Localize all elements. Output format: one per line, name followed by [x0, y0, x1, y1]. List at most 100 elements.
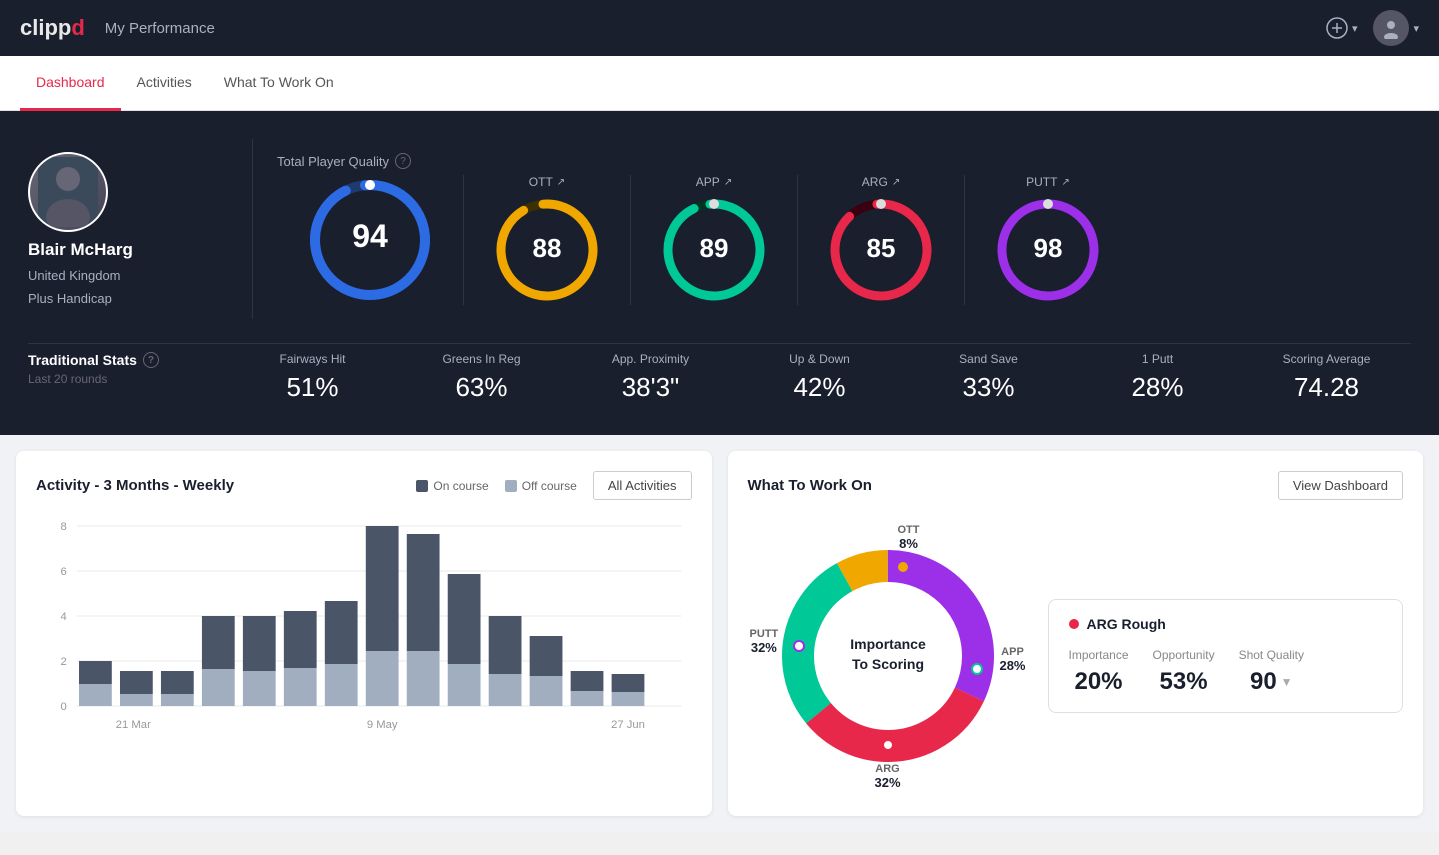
- stat-up-down: Up & Down 42%: [735, 352, 904, 403]
- tab-dashboard[interactable]: Dashboard: [20, 56, 121, 111]
- gauge-putt-label: PUTT ↗: [1026, 175, 1070, 189]
- player-name: Blair McHarg: [28, 240, 133, 260]
- svg-text:88: 88: [533, 233, 562, 263]
- chart-legend: On course Off course: [416, 479, 577, 493]
- quality-label: Total Player Quality ?: [277, 153, 1411, 169]
- stats-subtitle: Last 20 rounds: [28, 372, 228, 386]
- stat-app-prox-label: App. Proximity: [574, 352, 727, 366]
- logo-clip: clipp: [20, 15, 71, 40]
- header-left: clippd My Performance: [20, 15, 215, 41]
- gauge-ott-label: OTT ↗: [529, 175, 565, 189]
- activity-chart-title: Activity - 3 Months - Weekly: [36, 477, 234, 494]
- donut-svg: Importance To Scoring: [748, 516, 1028, 796]
- stats-label-col: Traditional Stats ? Last 20 rounds: [28, 352, 228, 386]
- shot-quality-badge: 90 ▼: [1250, 668, 1293, 696]
- gauge-arg-label: ARG ↗: [862, 175, 900, 189]
- wtw-title: What To Work On: [748, 477, 872, 494]
- arg-info-card: ARG Rough Importance 20% Opportunity 53%…: [1048, 599, 1404, 713]
- putt-arrow-icon: ↗: [1061, 177, 1069, 188]
- arg-importance-label: Importance: [1069, 648, 1129, 662]
- svg-text:6: 6: [60, 566, 66, 578]
- donut-label-putt: PUTT 32%: [750, 628, 779, 655]
- legend-off-course-label: Off course: [522, 479, 577, 493]
- donut-label-ott: OTT 8%: [898, 524, 920, 551]
- activity-chart-header: Activity - 3 Months - Weekly On course O…: [36, 471, 692, 500]
- arg-shot-quality-label: Shot Quality: [1239, 648, 1304, 662]
- arg-title: ARG Rough: [1069, 616, 1383, 632]
- stat-one-putt-value: 28%: [1081, 372, 1234, 403]
- donut-label-app: APP 28%: [999, 646, 1025, 673]
- dark-section: Blair McHarg United Kingdom Plus Handica…: [0, 111, 1439, 435]
- stat-one-putt: 1 Putt 28%: [1073, 352, 1242, 403]
- view-dashboard-button[interactable]: View Dashboard: [1278, 471, 1403, 500]
- arg-shot-quality: Shot Quality 90 ▼: [1239, 648, 1304, 696]
- svg-text:21 Mar: 21 Mar: [116, 719, 151, 731]
- arg-dot-icon: [1069, 619, 1079, 629]
- svg-text:27 Jun: 27 Jun: [611, 719, 645, 731]
- gauge-app-label: APP ↗: [696, 175, 732, 189]
- stat-fairways-hit: Fairways Hit 51%: [228, 352, 397, 403]
- stat-sand-save-label: Sand Save: [912, 352, 1065, 366]
- donut-chart-area: Importance To Scoring OTT 8%: [748, 516, 1028, 796]
- stat-scoring-label: Scoring Average: [1250, 352, 1403, 366]
- legend-on-course-dot: [416, 480, 428, 492]
- player-info: Blair McHarg United Kingdom Plus Handica…: [28, 152, 228, 306]
- stats-title: Traditional Stats ?: [28, 352, 228, 368]
- avatar: [1373, 10, 1409, 46]
- donut-label-arg: ARG 32%: [874, 763, 900, 790]
- gauge-app: APP ↗ 89: [631, 175, 798, 305]
- stat-fairways-hit-label: Fairways Hit: [236, 352, 389, 366]
- stat-fairways-hit-value: 51%: [236, 372, 389, 403]
- nav-tabs: Dashboard Activities What To Work On: [0, 56, 1439, 111]
- header-right: ▾ ▾: [1326, 10, 1419, 46]
- wtw-content: Importance To Scoring OTT 8%: [748, 516, 1404, 796]
- stat-scoring-average: Scoring Average 74.28: [1242, 352, 1411, 403]
- stats-help-icon[interactable]: ?: [143, 352, 159, 368]
- header: clippd My Performance ▾ ▾: [0, 0, 1439, 56]
- stat-up-down-value: 42%: [743, 372, 896, 403]
- svg-text:2: 2: [60, 656, 66, 668]
- add-button[interactable]: ▾: [1326, 17, 1358, 39]
- arg-importance-value: 20%: [1069, 668, 1129, 696]
- svg-text:85: 85: [867, 233, 896, 263]
- arg-opportunity-value: 53%: [1153, 668, 1215, 696]
- tab-activities[interactable]: Activities: [121, 56, 208, 111]
- stat-app-proximity: App. Proximity 38'3": [566, 352, 735, 403]
- svg-text:9 May: 9 May: [367, 719, 398, 731]
- stat-greens-in-reg: Greens In Reg 63%: [397, 352, 566, 403]
- arg-arrow-icon: ↗: [892, 177, 900, 188]
- ott-arrow-icon: ↗: [557, 177, 565, 188]
- gauge-ott: OTT ↗ 88: [464, 175, 631, 305]
- shot-quality-arrow-icon: ▼: [1281, 675, 1293, 689]
- stat-sand-save-value: 33%: [912, 372, 1065, 403]
- header-title: My Performance: [105, 20, 215, 37]
- bottom-row: Activity - 3 Months - Weekly On course O…: [0, 435, 1439, 832]
- all-activities-button[interactable]: All Activities: [593, 471, 692, 500]
- stat-app-prox-value: 38'3": [574, 372, 727, 403]
- quality-section: Total Player Quality ? 94 OTT: [277, 153, 1411, 305]
- activity-chart-card: Activity - 3 Months - Weekly On course O…: [16, 451, 712, 816]
- stat-scoring-value: 74.28: [1250, 372, 1403, 403]
- arg-opportunity: Opportunity 53%: [1153, 648, 1215, 696]
- legend-off-course: Off course: [505, 479, 577, 493]
- arg-opportunity-label: Opportunity: [1153, 648, 1215, 662]
- svg-text:94: 94: [352, 218, 388, 254]
- gauge-putt: PUTT ↗ 98: [965, 175, 1131, 305]
- help-icon[interactable]: ?: [395, 153, 411, 169]
- avatar-button[interactable]: ▾: [1373, 10, 1419, 46]
- player-handicap: Plus Handicap: [28, 291, 112, 306]
- svg-text:4: 4: [60, 611, 66, 623]
- avatar: [28, 152, 108, 232]
- legend-off-course-dot: [505, 480, 517, 492]
- stat-greens-label: Greens In Reg: [405, 352, 558, 366]
- stat-greens-value: 63%: [405, 372, 558, 403]
- traditional-stats-row: Traditional Stats ? Last 20 rounds Fairw…: [28, 343, 1411, 403]
- tab-what-to-work-on[interactable]: What To Work On: [208, 56, 350, 111]
- stat-one-putt-label: 1 Putt: [1081, 352, 1234, 366]
- chart-svg: 8 6 4 2 0: [36, 516, 692, 736]
- legend-on-course: On course: [416, 479, 488, 493]
- player-quality-row: Blair McHarg United Kingdom Plus Handica…: [28, 139, 1411, 319]
- add-chevron: ▾: [1352, 22, 1358, 35]
- svg-text:8: 8: [60, 521, 66, 533]
- arg-importance: Importance 20%: [1069, 648, 1129, 696]
